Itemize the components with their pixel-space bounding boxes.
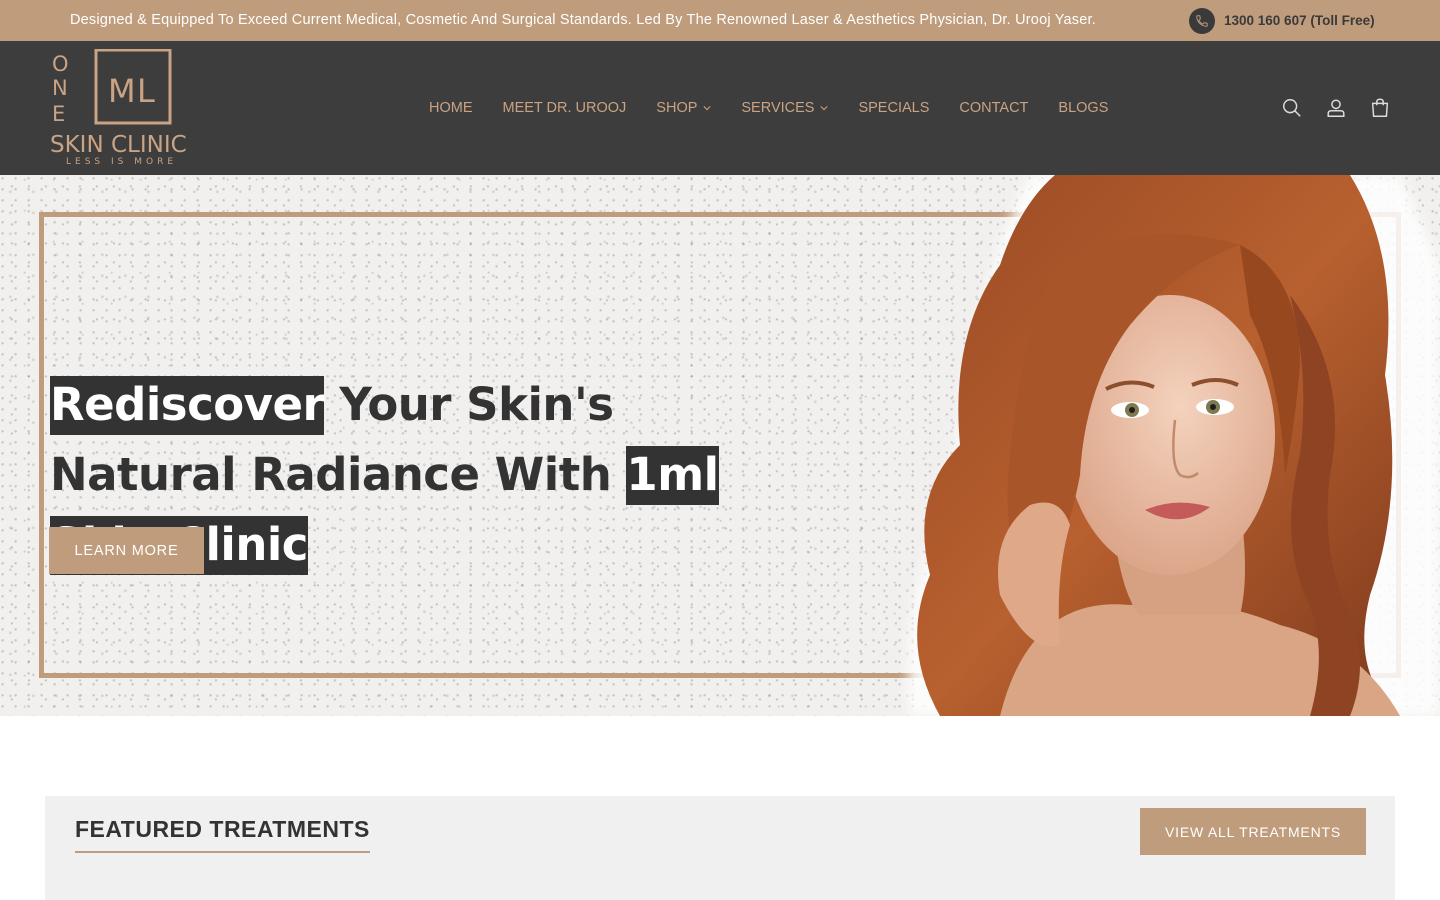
svg-text:N: N bbox=[52, 76, 68, 100]
chevron-down-icon bbox=[703, 106, 711, 111]
svg-text:SKIN CLINIC: SKIN CLINIC bbox=[50, 132, 187, 158]
nav-services[interactable]: SERVICES bbox=[726, 100, 843, 116]
announcement-text: Designed & Equipped To Exceed Current Me… bbox=[70, 12, 1096, 28]
svg-text:L: L bbox=[137, 72, 155, 110]
phone-number[interactable]: 1300 160 607 (Toll Free) bbox=[1224, 13, 1375, 28]
account-icon[interactable] bbox=[1314, 93, 1358, 123]
svg-text:O: O bbox=[52, 52, 69, 76]
nav-shop[interactable]: SHOP bbox=[641, 100, 726, 116]
phone-icon bbox=[1189, 7, 1215, 34]
site-header: O N E M L SKIN CLINIC LESS IS MORE HOME … bbox=[0, 41, 1440, 175]
svg-text:LESS IS MORE: LESS IS MORE bbox=[66, 157, 177, 167]
view-all-treatments-button[interactable]: VIEW ALL TREATMENTS bbox=[1140, 808, 1366, 855]
cart-icon[interactable] bbox=[1358, 93, 1402, 123]
hero-portrait-image bbox=[908, 175, 1440, 716]
search-icon[interactable] bbox=[1270, 93, 1314, 123]
featured-treatments-section: FEATURED TREATMENTS VIEW ALL TREATMENTS bbox=[45, 796, 1395, 900]
header-actions bbox=[1270, 93, 1402, 123]
featured-treatments-title: FEATURED TREATMENTS bbox=[75, 816, 370, 853]
nav-blogs[interactable]: BLOGS bbox=[1043, 100, 1123, 116]
learn-more-button[interactable]: LEARN MORE bbox=[49, 527, 204, 574]
site-logo[interactable]: O N E M L SKIN CLINIC LESS IS MORE bbox=[50, 48, 202, 167]
chevron-down-icon bbox=[820, 106, 829, 111]
main-nav: HOME MEET DR. UROOJ SHOP SERVICES SPECIA… bbox=[414, 41, 1123, 175]
announcement-bar: Designed & Equipped To Exceed Current Me… bbox=[0, 0, 1440, 41]
svg-text:M: M bbox=[108, 72, 136, 110]
hero-heading-highlight-1: Rediscover bbox=[50, 376, 325, 435]
hero-banner: Rediscover Your Skin's Natural Radiance … bbox=[0, 175, 1440, 716]
svg-text:E: E bbox=[52, 102, 65, 126]
nav-specials[interactable]: SPECIALS bbox=[843, 100, 944, 116]
nav-contact[interactable]: CONTACT bbox=[944, 100, 1043, 116]
nav-home[interactable]: HOME bbox=[414, 100, 488, 116]
nav-meet-dr-urooj[interactable]: MEET DR. UROOJ bbox=[488, 100, 642, 116]
phone-contact[interactable]: 1300 160 607 (Toll Free) bbox=[1189, 7, 1375, 34]
